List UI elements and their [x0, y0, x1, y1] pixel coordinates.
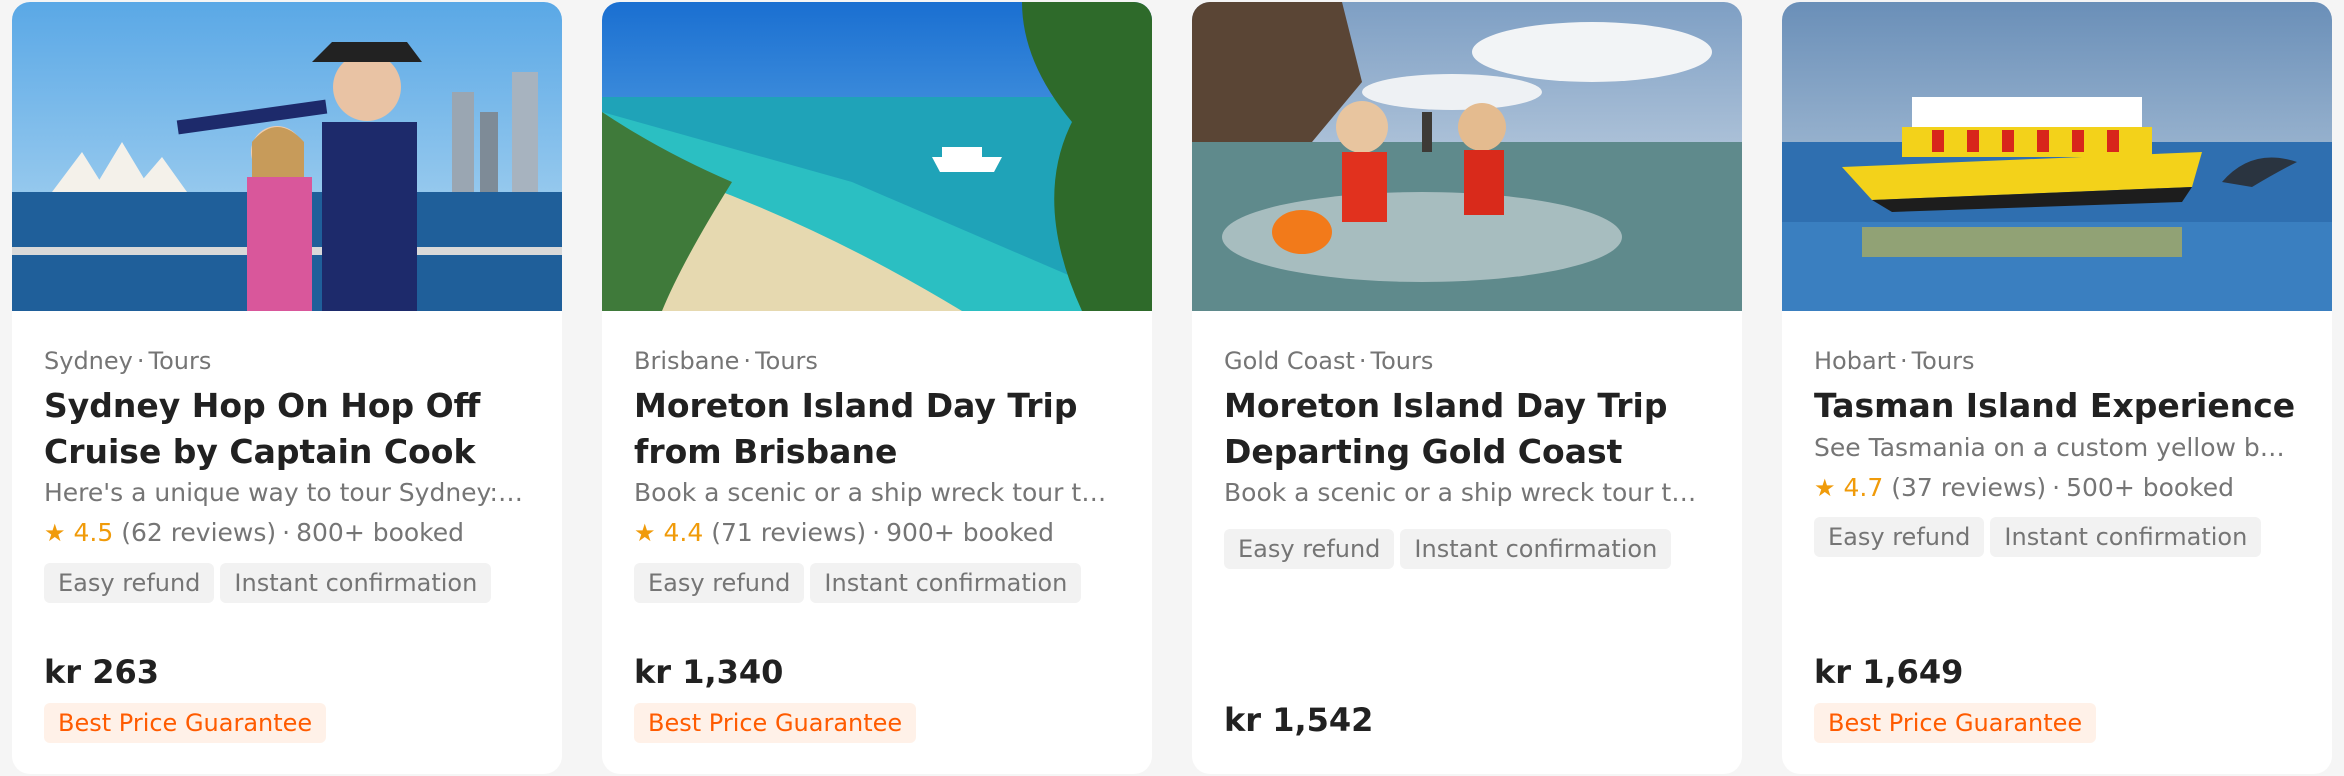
dot-separator: ·	[872, 518, 881, 547]
activity-card[interactable]: Sydney · Tours Sydney Hop On Hop Off Cruis…	[12, 2, 562, 774]
card-description: Book a scenic or a ship wreck tour to…	[1224, 478, 1706, 507]
card-rating: ★ 4.7 (37 reviews) · 500+ booked	[1814, 473, 2234, 502]
card-image[interactable]	[1192, 2, 1742, 311]
review-count: (71 reviews)	[711, 518, 867, 547]
card-location: Hobart · Tours	[1814, 347, 1974, 375]
star-icon: ★	[44, 519, 66, 547]
rating-score: 4.7	[1843, 473, 1884, 502]
dot-separator: ·	[282, 518, 291, 547]
card-image[interactable]	[12, 2, 562, 311]
card-description: Book a scenic or a ship wreck tour to…	[634, 478, 1116, 507]
activity-card[interactable]: Hobart · Tours Tasman Island Experience Se…	[1782, 2, 2332, 774]
review-count: (62 reviews)	[121, 518, 277, 547]
card-rating: ★ 4.5 (62 reviews) · 800+ booked	[44, 518, 464, 547]
card-location: Gold Coast · Tours	[1224, 347, 1433, 375]
dot-separator: ·	[1899, 347, 1908, 375]
dot-separator: ·	[743, 347, 752, 375]
dot-separator: ·	[2052, 473, 2061, 502]
card-price: kr 1,542	[1224, 701, 1374, 739]
card-location: Brisbane · Tours	[634, 347, 818, 375]
booked-count: 500+ booked	[2066, 473, 2235, 502]
booked-count: 800+ booked	[296, 518, 465, 547]
rating-score: 4.4	[663, 518, 704, 547]
dot-separator: ·	[136, 347, 145, 375]
tag-instant-confirmation: Instant confirmation	[1400, 529, 1672, 569]
tag-easy-refund: Easy refund	[1224, 529, 1395, 569]
best-price-badge: Best Price Guarantee	[44, 703, 327, 743]
card-tags: Easy refund Instant confirmation	[44, 563, 497, 603]
category-label: Tours	[148, 347, 212, 375]
rating-score: 4.5	[73, 518, 114, 547]
booked-count: 900+ booked	[886, 518, 1055, 547]
card-title[interactable]: Moreton Island Day Trip Departing Gold C…	[1224, 383, 1724, 475]
category-label: Tours	[1911, 347, 1975, 375]
card-title[interactable]: Moreton Island Day Trip from Brisbane	[634, 383, 1134, 475]
tag-easy-refund: Easy refund	[44, 563, 215, 603]
card-description: Here's a unique way to tour Sydney: by…	[44, 478, 526, 507]
best-price-badge: Best Price Guarantee	[1814, 703, 2097, 743]
star-icon: ★	[1814, 474, 1836, 502]
card-price: kr 1,340	[634, 653, 784, 691]
card-tags: Easy refund Instant confirmation	[1814, 517, 2267, 557]
card-tags: Easy refund Instant confirmation	[1224, 529, 1677, 569]
city-label: Sydney	[44, 347, 133, 375]
card-price: kr 263	[44, 653, 159, 691]
city-label: Brisbane	[634, 347, 740, 375]
card-image[interactable]	[1782, 2, 2332, 311]
activity-card[interactable]: Gold Coast · Tours Moreton Island Day Trip…	[1192, 2, 1742, 774]
best-price-badge: Best Price Guarantee	[634, 703, 917, 743]
category-label: Tours	[1370, 347, 1434, 375]
card-description: See Tasmania on a custom yellow boa…	[1814, 433, 2296, 462]
tag-easy-refund: Easy refund	[634, 563, 805, 603]
dot-separator: ·	[1358, 347, 1367, 375]
card-image[interactable]	[602, 2, 1152, 311]
tag-easy-refund: Easy refund	[1814, 517, 1985, 557]
activity-card[interactable]: Brisbane · Tours Moreton Island Day Trip f…	[602, 2, 1152, 774]
city-label: Gold Coast	[1224, 347, 1355, 375]
tag-instant-confirmation: Instant confirmation	[810, 563, 1082, 603]
card-tags: Easy refund Instant confirmation	[634, 563, 1087, 603]
card-title[interactable]: Tasman Island Experience	[1814, 383, 2314, 429]
card-location: Sydney · Tours	[44, 347, 211, 375]
card-title[interactable]: Sydney Hop On Hop Off Cruise by Captain …	[44, 383, 544, 475]
city-label: Hobart	[1814, 347, 1896, 375]
card-rating: ★ 4.4 (71 reviews) · 900+ booked	[634, 518, 1054, 547]
card-price: kr 1,649	[1814, 653, 1964, 691]
category-label: Tours	[755, 347, 818, 375]
tag-instant-confirmation: Instant confirmation	[1990, 517, 2262, 557]
star-icon: ★	[634, 519, 656, 547]
activity-card-row: Sydney · Tours Sydney Hop On Hop Off Cruis…	[0, 0, 2344, 776]
review-count: (37 reviews)	[1891, 473, 2047, 502]
tag-instant-confirmation: Instant confirmation	[220, 563, 492, 603]
